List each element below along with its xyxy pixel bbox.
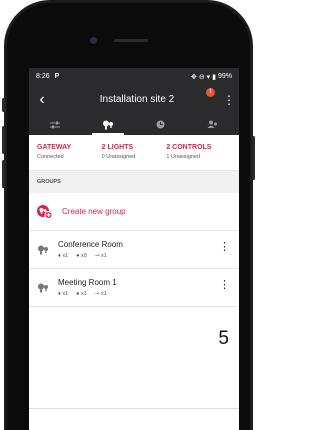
- summary-heading: GATEWAY: [37, 144, 72, 151]
- switch-count-value: x1: [100, 291, 107, 297]
- clock-icon: [156, 120, 165, 129]
- summary-subtext: Connected: [37, 154, 64, 160]
- group-bulb-add-icon: [37, 204, 53, 219]
- sensor-icon: ●: [76, 291, 80, 297]
- light-count-value: x1: [62, 253, 69, 259]
- divider: [29, 408, 239, 409]
- controls-summary[interactable]: 2 CONTROLS 1 Unassigned: [166, 144, 231, 164]
- group-row[interactable]: Meeting Room 1 ♦ x1 ● x1 ⊸ x1 ⋮: [29, 269, 239, 307]
- sensor-icon: ●: [76, 253, 80, 259]
- group-bulb-icon: [38, 245, 48, 254]
- bulb-icon: [102, 120, 113, 129]
- bulb-icon: ♦: [58, 253, 61, 259]
- parking-icon: P: [54, 73, 60, 80]
- group-bulb-icon: [38, 283, 48, 292]
- summary-heading: 2 CONTROLS: [166, 144, 212, 151]
- summary-subtext: 0 Unassigned: [101, 154, 136, 160]
- page-number: 5: [218, 328, 229, 349]
- side-button: [2, 98, 5, 112]
- side-button: [2, 160, 5, 188]
- site-summary: GATEWAY Connected 2 LIGHTS 0 Unassigned …: [29, 135, 239, 171]
- status-icons: ✥ ⊖ ▾ ▮: [191, 73, 216, 81]
- back-arrow-icon[interactable]: ‹: [29, 85, 55, 114]
- sensor-count: ● x1: [76, 291, 87, 297]
- switch-icon: ⊸: [94, 291, 100, 297]
- create-group-label: Create new group: [62, 207, 126, 216]
- bulb-icon: ♦: [58, 291, 61, 297]
- tab-lights[interactable]: [82, 114, 135, 135]
- switch-count-value: x1: [100, 253, 107, 259]
- tab-users[interactable]: [187, 114, 240, 135]
- switch-count: ⊸ x1: [95, 253, 107, 259]
- overflow-menu-icon[interactable]: ⋮: [219, 93, 239, 107]
- status-time: 8:26: [36, 73, 50, 80]
- light-count: ♦ x1: [58, 253, 68, 259]
- status-bar: 8:26 P ✥ ⊖ ▾ ▮ 99%: [29, 68, 239, 85]
- front-camera: [90, 37, 97, 44]
- create-group-button[interactable]: Create new group: [29, 193, 239, 231]
- row-menu-icon[interactable]: ⋮: [219, 280, 230, 291]
- tab-bar: [29, 114, 239, 135]
- side-button: [2, 126, 5, 154]
- light-count: ♦ x1: [58, 291, 68, 297]
- summary-subtext: 1 Unassigned: [166, 154, 200, 160]
- row-menu-icon[interactable]: ⋮: [219, 242, 230, 253]
- summary-heading: 2 LIGHTS: [101, 144, 134, 151]
- switch-icon: ⊸: [94, 253, 100, 259]
- group-row[interactable]: Conference Room ♦ x1 ● x0 ⊸ x1 ⋮: [29, 231, 239, 269]
- app-bar: ‹ Installation site 2 ! ⋮: [29, 85, 239, 114]
- earpiece-speaker: [114, 39, 148, 42]
- light-count-value: x1: [62, 291, 69, 297]
- sensor-count: ● x0: [76, 253, 87, 259]
- sensor-count-value: x1: [81, 291, 87, 297]
- people-icon: [207, 120, 218, 128]
- lights-summary[interactable]: 2 LIGHTS 0 Unassigned: [102, 144, 167, 164]
- sliders-icon: [50, 121, 61, 128]
- gateway-summary[interactable]: GATEWAY Connected: [37, 144, 102, 164]
- side-button: [252, 136, 255, 180]
- notification-badge[interactable]: !: [206, 88, 215, 97]
- group-name: Meeting Room 1: [58, 278, 117, 287]
- battery-level: 99%: [217, 73, 232, 80]
- app-screen: 8:26 P ✥ ⊖ ▾ ▮ 99% ‹ Installation site 2…: [29, 68, 239, 430]
- page-title: Installation site 2: [99, 94, 175, 105]
- tab-settings[interactable]: [29, 114, 82, 135]
- switch-count: ⊸ x1: [95, 291, 107, 297]
- groups-section-header: GROUPS: [29, 171, 239, 193]
- tab-schedules[interactable]: [134, 114, 187, 135]
- group-name: Conference Room: [58, 240, 123, 249]
- sensor-count-value: x0: [81, 253, 87, 259]
